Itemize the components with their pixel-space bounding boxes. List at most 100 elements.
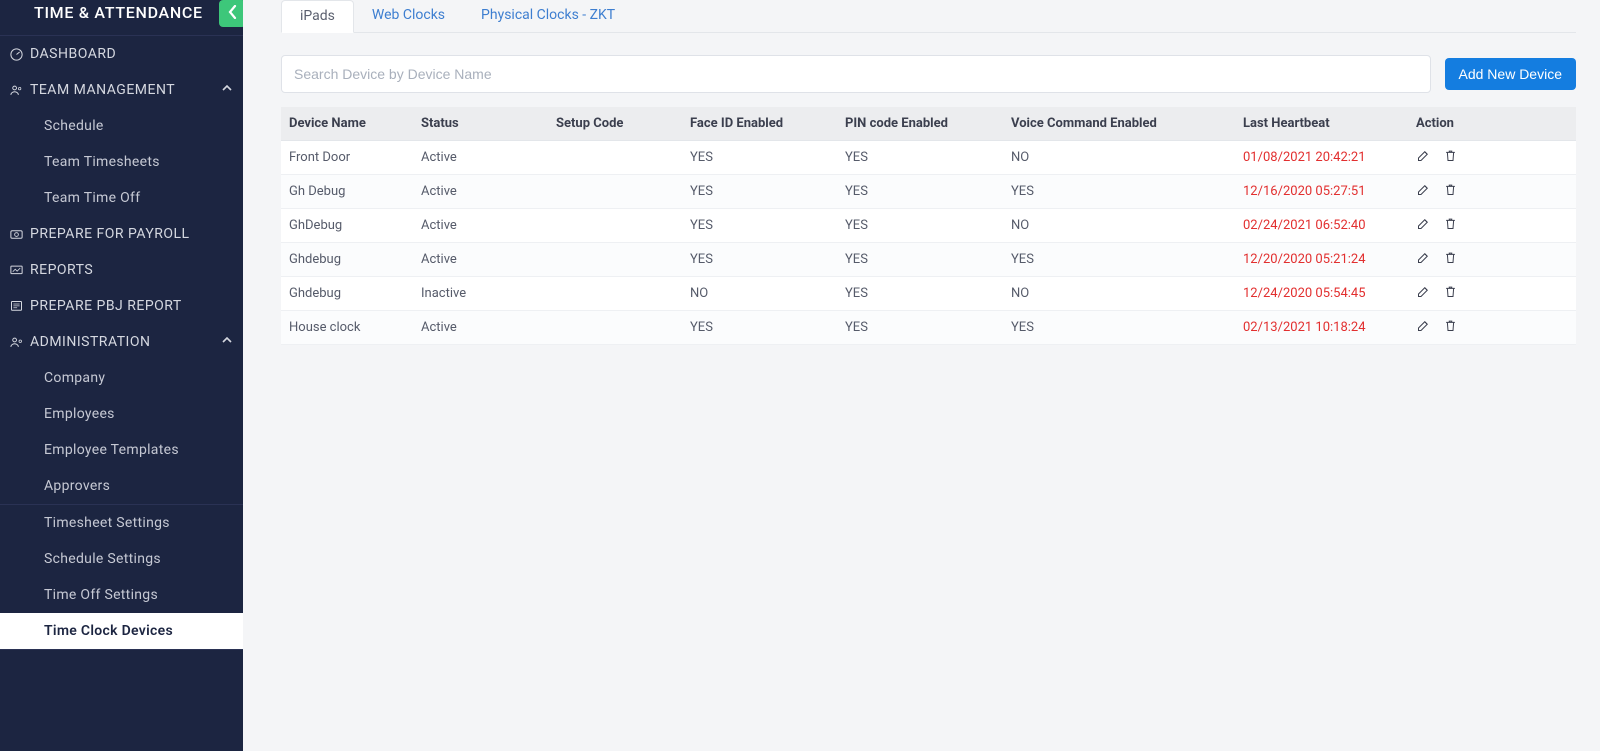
cell-device-name: Gh Debug [281, 175, 413, 209]
admin-icon [6, 335, 26, 350]
sidebar-sub-schedule[interactable]: Schedule [0, 108, 243, 144]
chevron-up-icon [221, 334, 233, 350]
cell-action [1408, 243, 1576, 277]
sidebar-sub-approvers[interactable]: Approvers [0, 468, 243, 504]
edit-icon[interactable] [1416, 284, 1431, 303]
edit-icon[interactable] [1416, 148, 1431, 167]
tabs: iPads Web Clocks Physical Clocks - ZKT [281, 0, 1576, 33]
cell-face: YES [682, 141, 837, 175]
cell-status: Active [413, 243, 548, 277]
cell-voice: YES [1003, 243, 1235, 277]
cell-voice: NO [1003, 209, 1235, 243]
cell-setup [548, 141, 682, 175]
sidebar-item-label: ADMINISTRATION [30, 334, 150, 350]
cell-voice: NO [1003, 141, 1235, 175]
cell-heartbeat: 12/24/2020 05:54:45 [1235, 277, 1408, 311]
cell-action [1408, 277, 1576, 311]
tab-ipads[interactable]: iPads [281, 0, 354, 33]
add-new-device-button[interactable]: Add New Device [1445, 58, 1577, 90]
cell-setup [548, 209, 682, 243]
table-row: House clockActiveYESYESYES02/13/2021 10:… [281, 311, 1576, 345]
sidebar-sub-time-off-settings[interactable]: Time Off Settings [0, 577, 243, 613]
cell-status: Inactive [413, 277, 548, 311]
col-setup-code: Setup Code [548, 107, 682, 141]
sidebar-collapse-button[interactable] [219, 0, 243, 27]
sidebar-sub-team-timesheets[interactable]: Team Timesheets [0, 144, 243, 180]
cell-pin: YES [837, 243, 1003, 277]
sidebar-item-reports[interactable]: REPORTS [0, 252, 243, 288]
sidebar-sub-time-clock-devices[interactable]: Time Clock Devices [0, 613, 243, 649]
col-status: Status [413, 107, 548, 141]
table-row: GhdebugActiveYESYESYES12/20/2020 05:21:2… [281, 243, 1576, 277]
col-voice-command: Voice Command Enabled [1003, 107, 1235, 141]
sidebar-sub-schedule-settings[interactable]: Schedule Settings [0, 541, 243, 577]
col-face-id: Face ID Enabled [682, 107, 837, 141]
cell-status: Active [413, 311, 548, 345]
trash-icon[interactable] [1443, 148, 1458, 167]
sidebar: TIME & ATTENDANCE DASHBOARD TEAM MANAGEM… [0, 0, 243, 751]
sidebar-item-dashboard[interactable]: DASHBOARD [0, 35, 243, 72]
edit-icon[interactable] [1416, 182, 1431, 201]
trash-icon[interactable] [1443, 318, 1458, 337]
cell-face: YES [682, 311, 837, 345]
cell-device-name: House clock [281, 311, 413, 345]
sidebar-item-pbj-report[interactable]: PREPARE PBJ REPORT [0, 288, 243, 324]
sidebar-item-team-management[interactable]: TEAM MANAGEMENT [0, 72, 243, 108]
sidebar-item-label: PREPARE FOR PAYROLL [30, 226, 190, 242]
sidebar-sub-team-time-off[interactable]: Team Time Off [0, 180, 243, 216]
cell-device-name: Front Door [281, 141, 413, 175]
edit-icon[interactable] [1416, 250, 1431, 269]
dashboard-icon [6, 47, 26, 62]
cell-face: YES [682, 209, 837, 243]
cell-pin: YES [837, 141, 1003, 175]
payroll-icon [6, 227, 26, 242]
sidebar-item-prepare-payroll[interactable]: PREPARE FOR PAYROLL [0, 216, 243, 252]
cell-status: Active [413, 175, 548, 209]
trash-icon[interactable] [1443, 216, 1458, 235]
cell-heartbeat: 12/16/2020 05:27:51 [1235, 175, 1408, 209]
trash-icon[interactable] [1443, 250, 1458, 269]
sidebar-item-label: REPORTS [30, 262, 93, 278]
col-last-heartbeat: Last Heartbeat [1235, 107, 1408, 141]
toolbar: Add New Device [281, 55, 1576, 93]
sidebar-sub-employees[interactable]: Employees [0, 396, 243, 432]
col-pin-code: PIN code Enabled [837, 107, 1003, 141]
tab-web-clocks[interactable]: Web Clocks [354, 0, 463, 32]
cell-action [1408, 209, 1576, 243]
cell-heartbeat: 01/08/2021 20:42:21 [1235, 141, 1408, 175]
devices-table: Device Name Status Setup Code Face ID En… [281, 107, 1576, 345]
cell-action [1408, 311, 1576, 345]
cell-setup [548, 175, 682, 209]
search-input[interactable] [281, 55, 1431, 93]
cell-heartbeat: 12/20/2020 05:21:24 [1235, 243, 1408, 277]
team-icon [6, 83, 26, 98]
table-row: Gh DebugActiveYESYESYES12/16/2020 05:27:… [281, 175, 1576, 209]
main-content: iPads Web Clocks Physical Clocks - ZKT A… [243, 0, 1600, 751]
cell-device-name: Ghdebug [281, 277, 413, 311]
cell-face: NO [682, 277, 837, 311]
sidebar-sub-company[interactable]: Company [0, 360, 243, 396]
app-title: TIME & ATTENDANCE [0, 0, 243, 35]
cell-pin: YES [837, 311, 1003, 345]
chevron-left-icon [228, 5, 238, 23]
cell-device-name: GhDebug [281, 209, 413, 243]
cell-device-name: Ghdebug [281, 243, 413, 277]
table-row: GhdebugInactiveNOYESNO12/24/2020 05:54:4… [281, 277, 1576, 311]
sidebar-item-label: PREPARE PBJ REPORT [30, 298, 182, 314]
cell-action [1408, 175, 1576, 209]
trash-icon[interactable] [1443, 182, 1458, 201]
tab-physical-clocks[interactable]: Physical Clocks - ZKT [463, 0, 633, 32]
pbj-icon [6, 299, 26, 314]
sidebar-item-administration[interactable]: ADMINISTRATION [0, 324, 243, 360]
edit-icon[interactable] [1416, 318, 1431, 337]
col-device-name: Device Name [281, 107, 413, 141]
sidebar-sub-timesheet-settings[interactable]: Timesheet Settings [0, 504, 243, 541]
cell-pin: YES [837, 209, 1003, 243]
trash-icon[interactable] [1443, 284, 1458, 303]
cell-voice: YES [1003, 175, 1235, 209]
cell-face: YES [682, 243, 837, 277]
cell-voice: NO [1003, 277, 1235, 311]
sidebar-item-label: TEAM MANAGEMENT [30, 82, 175, 98]
sidebar-sub-employee-templates[interactable]: Employee Templates [0, 432, 243, 468]
edit-icon[interactable] [1416, 216, 1431, 235]
